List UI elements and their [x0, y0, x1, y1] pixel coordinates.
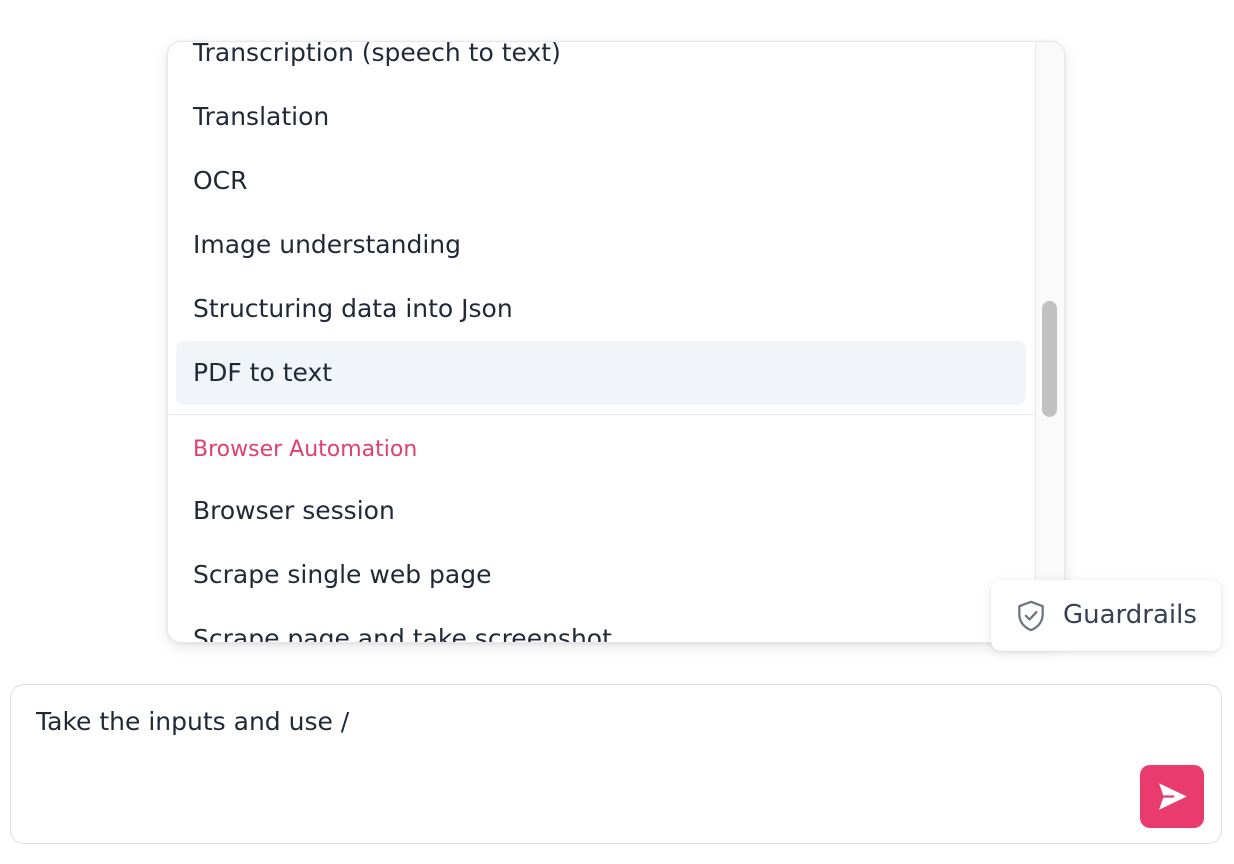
group-divider	[168, 414, 1036, 415]
command-item-scrape-single-page[interactable]: Scrape single web page	[176, 543, 1026, 607]
command-list: Transcription (speech to text) Translati…	[168, 42, 1036, 642]
send-button[interactable]	[1140, 765, 1204, 828]
message-input[interactable]: Take the inputs and use /	[36, 704, 349, 740]
command-item-ocr[interactable]: OCR	[176, 149, 1026, 213]
guardrails-label: Guardrails	[1063, 600, 1197, 630]
command-item-browser-session[interactable]: Browser session	[176, 479, 1026, 543]
message-composer[interactable]: Take the inputs and use /	[10, 684, 1222, 844]
shield-check-icon	[1018, 600, 1044, 632]
command-item-structuring-json[interactable]: Structuring data into Json	[176, 277, 1026, 341]
command-dropdown: Transcription (speech to text) Translati…	[167, 41, 1065, 643]
command-item-image-understanding[interactable]: Image understanding	[176, 213, 1026, 277]
send-icon	[1159, 783, 1187, 810]
scrollbar-thumb[interactable]	[1042, 301, 1057, 417]
command-item-pdf-to-text[interactable]: PDF to text	[176, 341, 1026, 405]
command-item-transcription[interactable]: Transcription (speech to text)	[176, 42, 1026, 85]
command-item-scrape-screenshot[interactable]: Scrape page and take screenshot	[176, 607, 1026, 642]
guardrails-button[interactable]: Guardrails	[991, 580, 1221, 651]
group-header-browser-automation: Browser Automation	[193, 437, 418, 462]
command-item-translation[interactable]: Translation	[176, 85, 1026, 149]
